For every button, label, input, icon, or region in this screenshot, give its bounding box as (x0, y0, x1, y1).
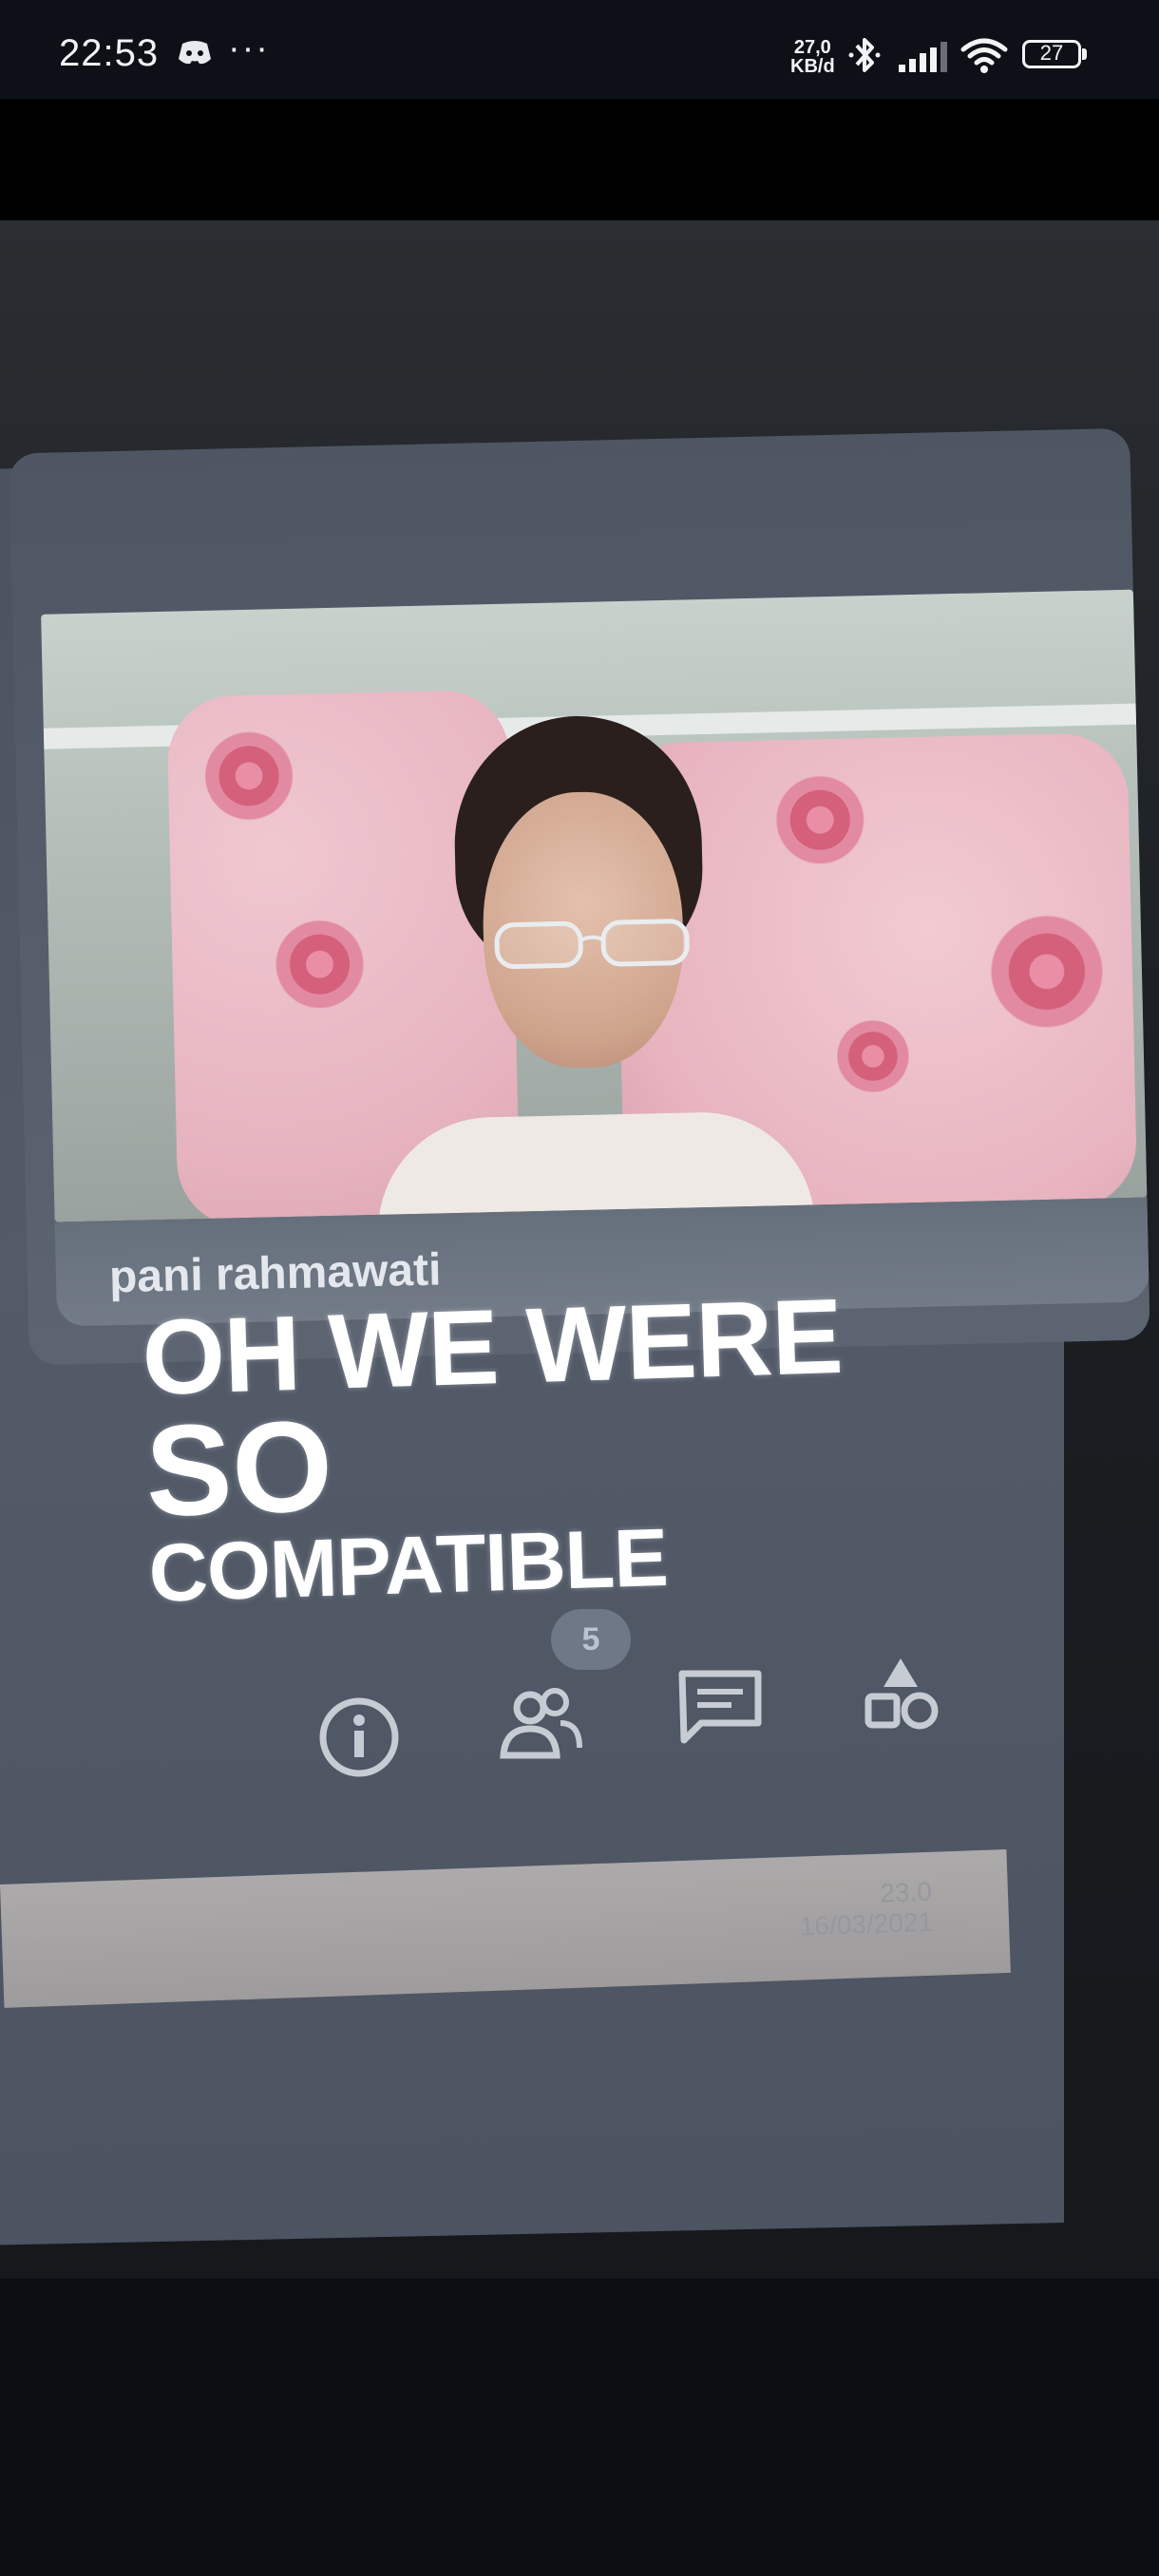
taskbar-time: 23.0 (879, 1876, 933, 1908)
battery-icon: 27 (1022, 40, 1089, 70)
clock: 22:53 (59, 32, 160, 74)
participant-video (41, 589, 1148, 1222)
bottom-empty-area (0, 2279, 1159, 2576)
info-icon[interactable] (312, 1695, 407, 1780)
signal-icon (899, 42, 947, 72)
caption-line-2: SO (143, 1392, 335, 1544)
battery-level: 27 (1039, 41, 1064, 65)
status-bar: 22:53 ··· 27,0 KB/d 27 (0, 0, 1159, 99)
taskbar-date: 16/03/2021 (799, 1906, 934, 1941)
caption-overlay: OH WE WERE SO COMPATIBLE (140, 1276, 850, 1619)
bluetooth-icon (848, 38, 881, 72)
network-speed-value: 27,0 (793, 37, 831, 58)
activities-icon[interactable] (853, 1653, 948, 1738)
more-notifications-icon: ··· (228, 28, 270, 68)
wifi-icon (960, 38, 1008, 73)
taskbar-clock: 23.0 16/03/2021 (798, 1877, 933, 1942)
network-speed: 27,0 KB/d (790, 38, 835, 76)
network-speed-unit: KB/d (790, 56, 835, 77)
photo-of-screen: pani rahmawati OH WE WERE SO COMPATIBLE … (0, 99, 1159, 2279)
participants-icon[interactable] (492, 1679, 587, 1765)
participants-count-badge: 5 (551, 1609, 631, 1670)
chat-icon[interactable] (673, 1664, 768, 1750)
caption-line-1: OH WE WERE (140, 1276, 844, 1417)
participant-video-tile[interactable]: pani rahmawati (9, 427, 1150, 1366)
discord-icon (179, 41, 211, 65)
glasses-icon (494, 919, 690, 970)
